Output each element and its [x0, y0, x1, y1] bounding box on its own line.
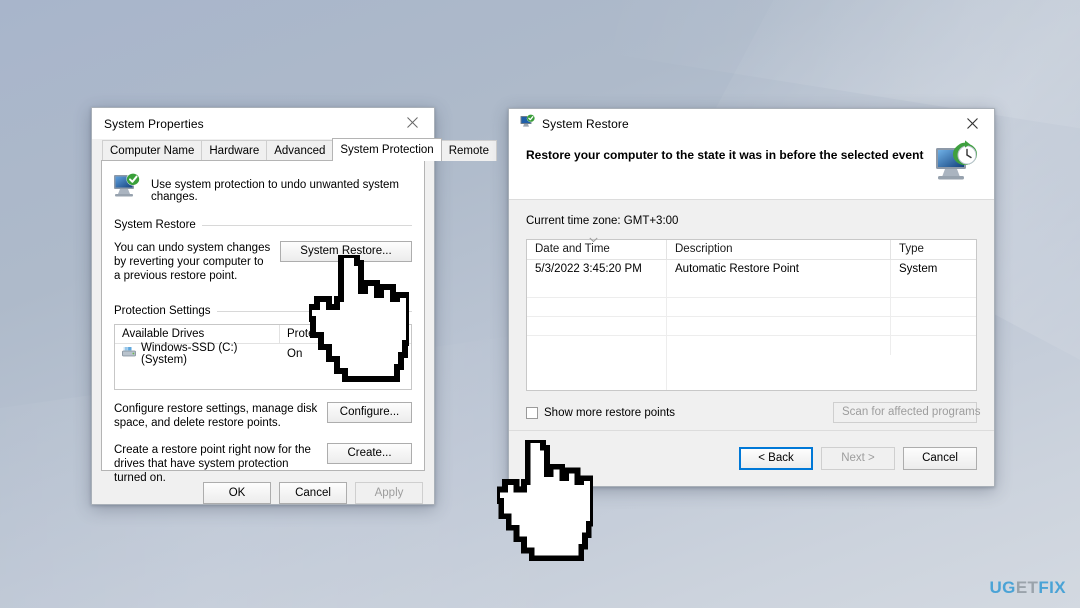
- system-protection-tab-page: Use system protection to undo unwanted s…: [101, 160, 425, 484]
- group-divider: [216, 310, 412, 312]
- system-restore-body: Current time zone: GMT+3:00 Date and Tim…: [509, 200, 994, 423]
- logo-part-1: UG: [989, 578, 1016, 597]
- table-row[interactable]: 5/3/2022 3:45:20 PM Automatic Restore Po…: [527, 260, 976, 279]
- system-restore-footer: < Back Next > Cancel: [509, 430, 994, 486]
- configure-row: Configure restore settings, manage disk …: [114, 402, 412, 430]
- cancel-button[interactable]: Cancel: [279, 482, 347, 504]
- cancel-button[interactable]: Cancel: [903, 447, 977, 470]
- tab-hardware[interactable]: Hardware: [201, 140, 268, 161]
- system-restore-title: System Restore: [542, 116, 629, 131]
- logo-part-2: ET: [1015, 578, 1039, 597]
- drive-protection-status: On: [287, 347, 303, 360]
- system-restore-icon: [520, 113, 535, 134]
- timezone-label: Current time zone: GMT+3:00: [526, 215, 679, 227]
- system-properties-titlebar: System Properties: [92, 108, 434, 139]
- tab-remote[interactable]: Remote: [440, 140, 497, 161]
- system-properties-window: System Properties Computer Name Hardware…: [91, 107, 497, 505]
- system-restore-window: System Restore Restore your computer to …: [508, 108, 995, 487]
- apply-button: Apply: [355, 482, 423, 504]
- configure-button[interactable]: Configure...: [327, 402, 412, 423]
- table-row-empty: [527, 336, 976, 390]
- column-description[interactable]: Description: [667, 240, 891, 259]
- next-button: Next >: [821, 447, 895, 470]
- desktop-background: System Properties Computer Name Hardware…: [0, 0, 1080, 608]
- chevron-down-icon: [589, 236, 598, 245]
- system-properties-body: Computer Name Hardware Advanced System P…: [92, 138, 497, 484]
- intro-text: Use system protection to undo unwanted s…: [151, 179, 400, 203]
- system-restore-group-label: System Restore: [114, 219, 196, 231]
- list-item[interactable]: Windows-SSD (C:) (System) On: [115, 341, 411, 366]
- hard-drive-icon: [122, 346, 136, 361]
- system-restore-button[interactable]: System Restore...: [280, 241, 412, 262]
- table-row-empty: [527, 317, 976, 336]
- create-row: Create a restore point right now for the…: [114, 443, 412, 485]
- column-type[interactable]: Type: [891, 240, 976, 259]
- column-date-and-time-label: Date and Time: [535, 243, 610, 255]
- system-restore-row: You can undo system changes by reverting…: [114, 241, 412, 283]
- restore-clock-icon: [934, 140, 980, 189]
- tab-system-protection[interactable]: System Protection: [332, 138, 442, 161]
- back-button[interactable]: < Back: [739, 447, 813, 470]
- cell-date-time: 5/3/2022 3:45:20 PM: [527, 260, 667, 279]
- tab-computer-name[interactable]: Computer Name: [102, 140, 203, 161]
- ok-button[interactable]: OK: [203, 482, 271, 504]
- restore-points-header: Date and Time Description Type: [527, 237, 976, 260]
- close-icon[interactable]: [950, 109, 994, 138]
- system-restore-heading-section: Restore your computer to the state it wa…: [509, 138, 994, 200]
- configure-description: Configure restore settings, manage disk …: [114, 403, 318, 429]
- available-drives-list[interactable]: Available Drives Protection Windows-SSD …: [114, 324, 412, 390]
- system-restore-options: Show more restore points Scan for affect…: [526, 391, 981, 423]
- table-row-empty: [527, 298, 976, 317]
- table-row-empty: [527, 279, 976, 298]
- tab-advanced[interactable]: Advanced: [266, 140, 334, 161]
- close-icon[interactable]: [390, 108, 434, 137]
- logo-part-3: FIX: [1038, 578, 1066, 597]
- system-restore-description: You can undo system changes by reverting…: [114, 242, 271, 282]
- show-more-restore-points-label: Show more restore points: [544, 406, 676, 419]
- protection-settings-group-label: Protection Settings: [114, 305, 211, 317]
- checkbox-box[interactable]: [526, 406, 538, 419]
- column-protection[interactable]: Protection: [280, 325, 339, 344]
- cell-description: Automatic Restore Point: [667, 260, 891, 279]
- system-restore-titlebar: System Restore: [509, 109, 994, 138]
- protection-settings-group-header: Protection Settings: [114, 305, 412, 317]
- column-date-and-time[interactable]: Date and Time: [527, 237, 667, 259]
- system-properties-title: System Properties: [104, 116, 204, 131]
- show-more-restore-points-checkbox[interactable]: Show more restore points: [526, 406, 676, 419]
- page-title: Restore your computer to the state it wa…: [526, 148, 924, 162]
- cell-type: System: [899, 263, 938, 275]
- intro-section: Use system protection to undo unwanted s…: [102, 161, 424, 205]
- drive-label: Windows-SSD (C:) (System): [141, 341, 238, 366]
- create-description: Create a restore point right now for the…: [114, 444, 311, 484]
- ugetfix-logo: UGETFIX: [990, 578, 1067, 598]
- scan-for-affected-programs-button: Scan for affected programs: [833, 402, 981, 423]
- group-divider: [201, 224, 412, 226]
- create-button[interactable]: Create...: [327, 443, 412, 464]
- tab-strip: Computer Name Hardware Advanced System P…: [101, 138, 497, 161]
- system-restore-group-header: System Restore: [114, 219, 412, 231]
- system-protection-icon: [112, 172, 142, 205]
- restore-points-table[interactable]: Date and Time Description Type 5/3/2022 …: [526, 237, 977, 391]
